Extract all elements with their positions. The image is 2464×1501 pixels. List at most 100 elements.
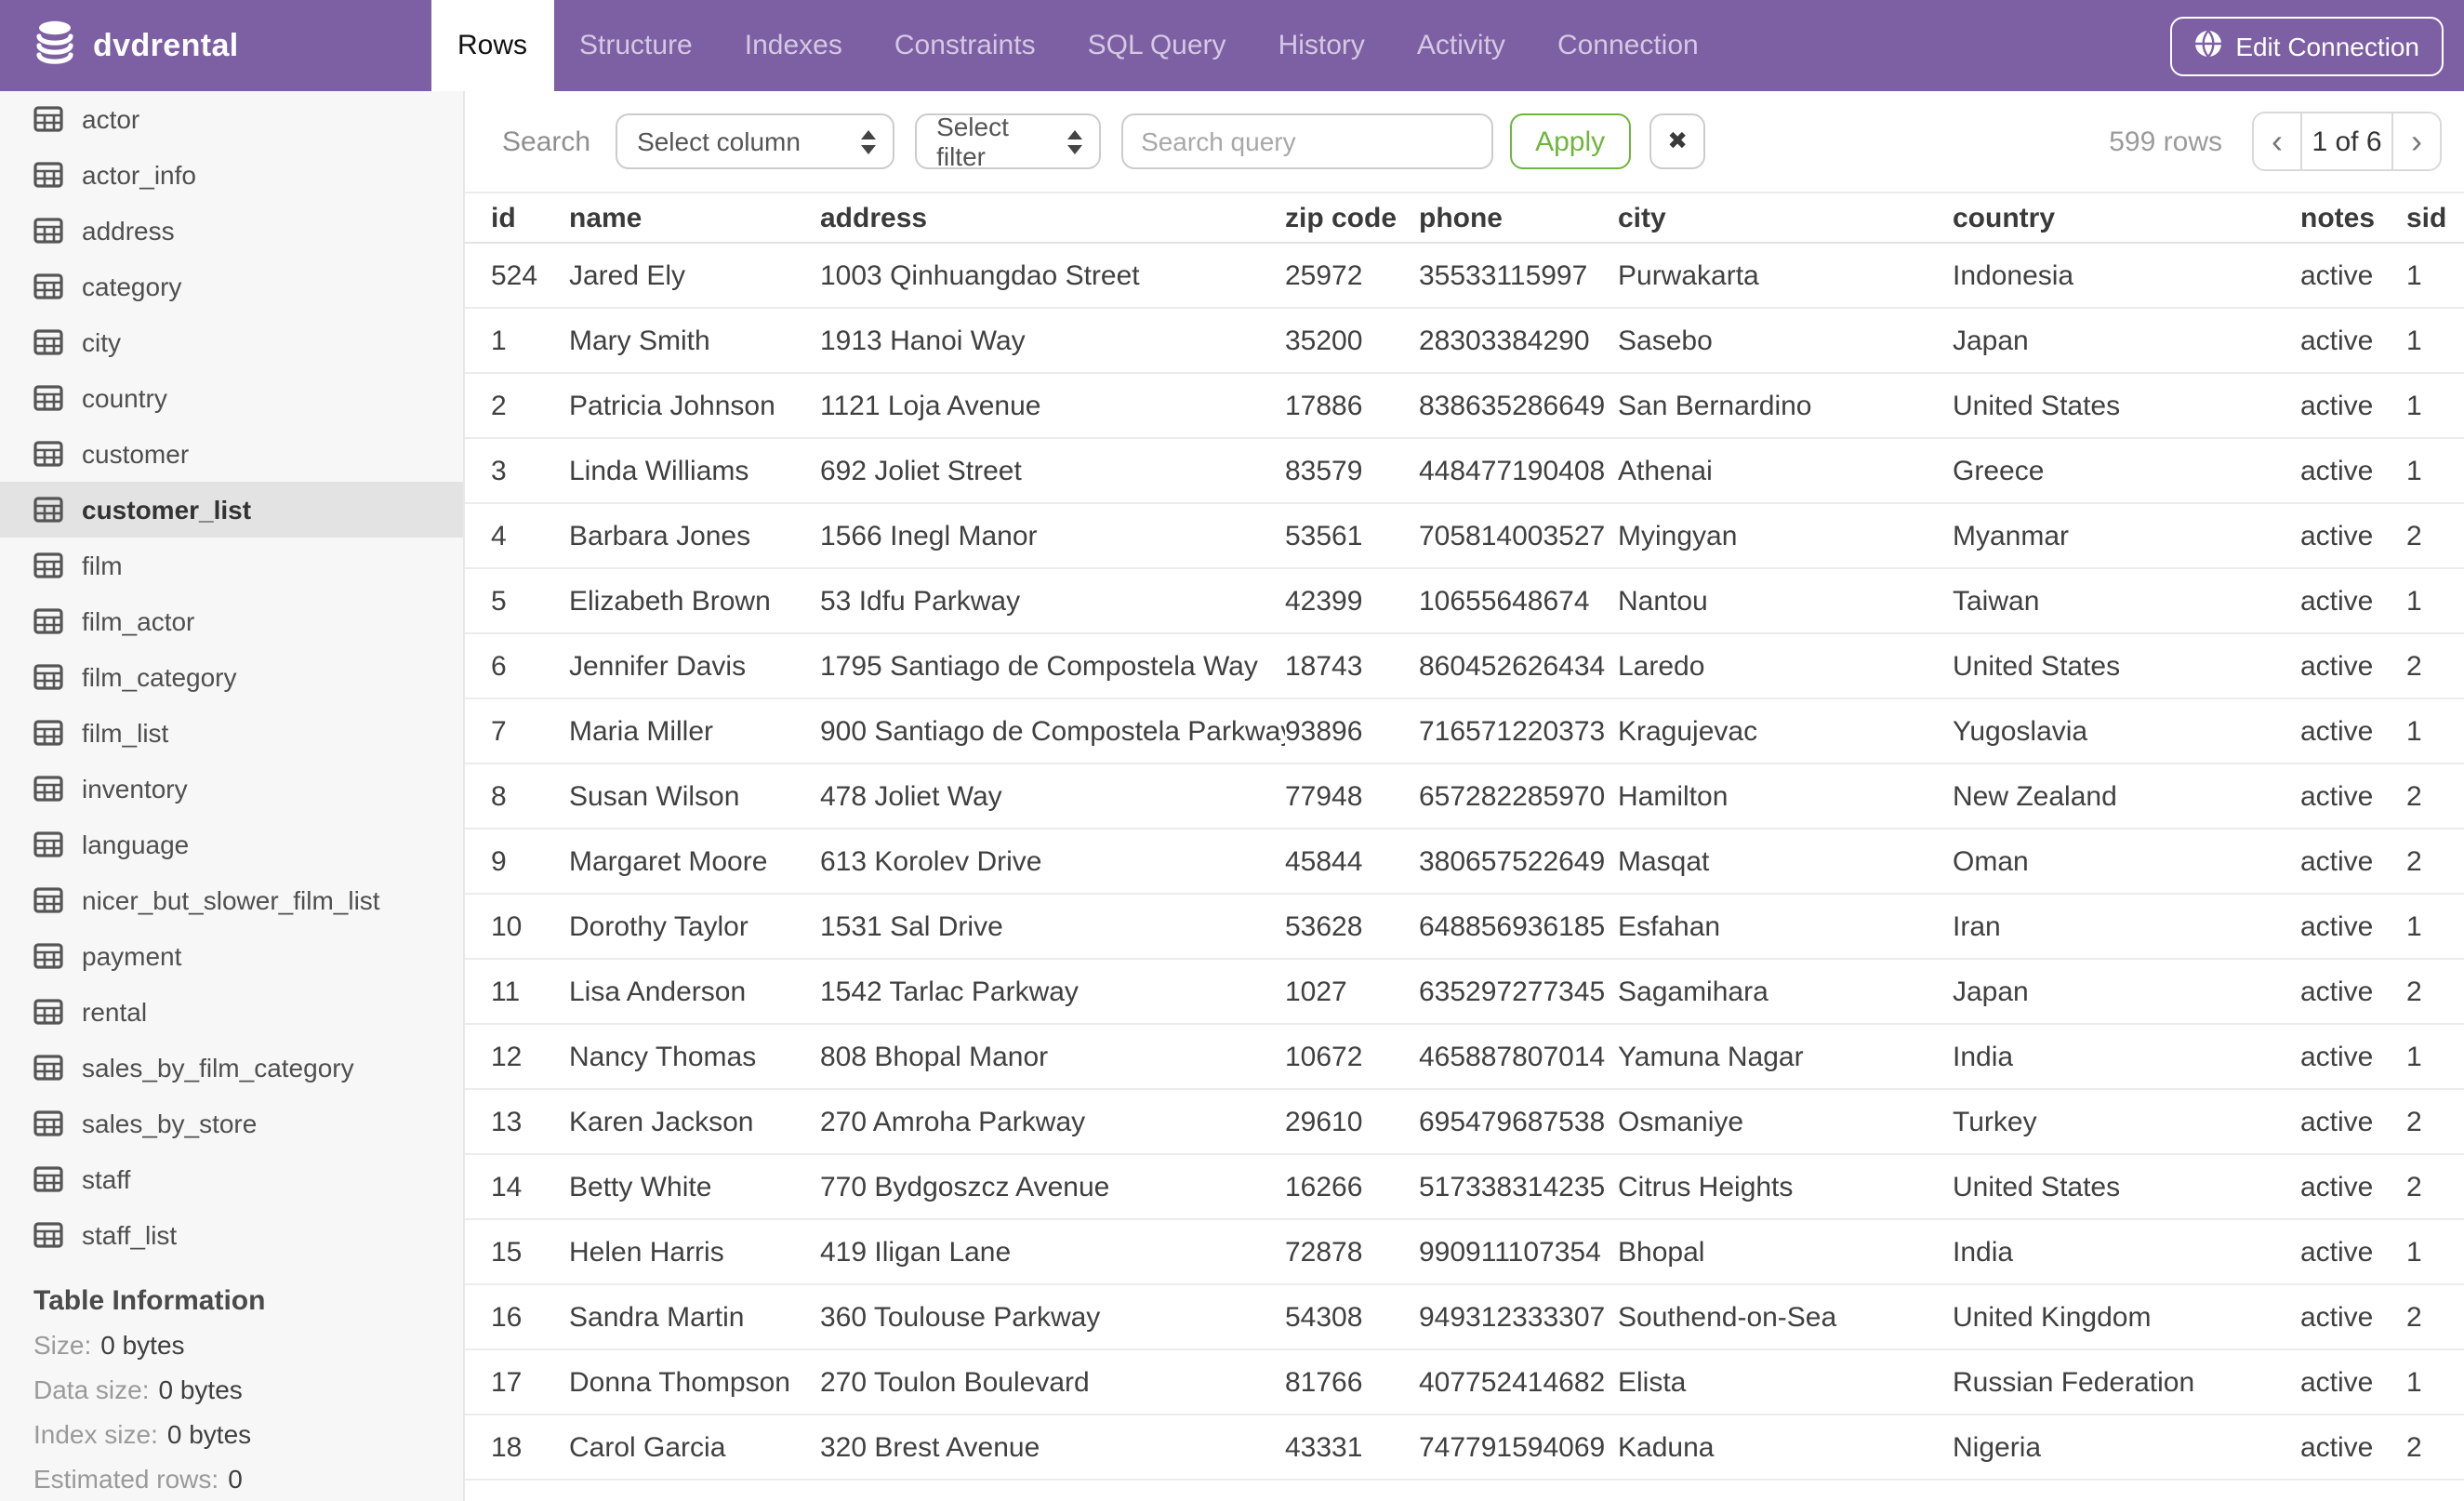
tab-activity[interactable]: Activity xyxy=(1391,0,1531,91)
cell[interactable]: active xyxy=(2300,307,2406,373)
sidebar-item-actor[interactable]: actor xyxy=(0,91,463,147)
cell[interactable]: Kragujevac xyxy=(1618,697,1953,764)
cell[interactable]: Myingyan xyxy=(1618,502,1953,568)
cell[interactable]: 35533115997 xyxy=(1419,243,1618,308)
cell[interactable]: 419 Iligan Lane xyxy=(820,1218,1285,1284)
cell[interactable]: 25972 xyxy=(1285,243,1419,308)
sidebar-item-payment[interactable]: payment xyxy=(0,928,463,984)
cell[interactable]: 2 xyxy=(2406,1414,2464,1480)
cell[interactable]: 990911107354 xyxy=(1419,1218,1618,1284)
cell[interactable]: 808 Bhopal Manor xyxy=(820,1023,1285,1089)
cell[interactable]: Japan xyxy=(1953,958,2300,1024)
cell[interactable]: 1 xyxy=(2406,1348,2464,1415)
cell[interactable]: 635297277345 xyxy=(1419,958,1618,1024)
cell[interactable]: 860452626434 xyxy=(1419,632,1618,698)
cell[interactable]: Linda Williams xyxy=(569,437,820,503)
cell[interactable]: active xyxy=(2300,1218,2406,1284)
cell[interactable]: active xyxy=(2300,372,2406,438)
cell[interactable]: active xyxy=(2300,1479,2406,1501)
cell[interactable]: 17886 xyxy=(1285,372,1419,438)
cell[interactable]: active xyxy=(2300,1283,2406,1349)
cell[interactable]: Sasebo xyxy=(1618,307,1953,373)
table-row[interactable]: 12 Nancy Thomas 808 Bhopal Manor 10672 46588… xyxy=(465,1023,2464,1089)
tab-rows[interactable]: Rows xyxy=(431,0,554,91)
cell[interactable]: Myanmar xyxy=(1953,502,2300,568)
cell[interactable]: Elista xyxy=(1618,1348,1953,1415)
cell[interactable]: Helen Harris xyxy=(569,1218,820,1284)
cell[interactable]: 93896 xyxy=(1285,697,1419,764)
cell[interactable]: active xyxy=(2300,763,2406,829)
cell[interactable]: Kimberley xyxy=(1618,1479,1953,1501)
next-page-button[interactable]: › xyxy=(2393,113,2440,169)
table-row[interactable]: 19Ruth Martinez1417 Lancaster Avenue7219… xyxy=(465,1479,2464,1501)
cell[interactable]: 1 xyxy=(2406,1023,2464,1089)
cell[interactable]: 53 Idfu Parkway xyxy=(820,567,1285,633)
cell[interactable]: Southend-on-Sea xyxy=(1618,1283,1953,1349)
cell[interactable]: 53628 xyxy=(1285,893,1419,959)
cell[interactable]: 42399 xyxy=(1285,567,1419,633)
column-select[interactable]: Select column xyxy=(615,113,894,169)
cell[interactable]: 18743 xyxy=(1285,632,1419,698)
cell[interactable]: 16266 xyxy=(1285,1153,1419,1219)
cell[interactable]: Barbara Jones xyxy=(569,502,820,568)
cell[interactable]: Kaduna xyxy=(1618,1414,1953,1480)
cell[interactable]: 320 Brest Avenue xyxy=(820,1414,1285,1480)
cell[interactable]: active xyxy=(2300,1023,2406,1089)
table-row[interactable]: 17 Donna Thompson 270 Toulon Boulevard 8176… xyxy=(465,1348,2464,1415)
cell[interactable]: Karen Jackson xyxy=(569,1088,820,1154)
cell[interactable]: 900 Santiago de Compostela Parkway xyxy=(820,697,1285,764)
sidebar-item-rental[interactable]: rental xyxy=(0,984,463,1040)
cell[interactable]: active xyxy=(2300,567,2406,633)
cell[interactable]: 360 Toulouse Parkway xyxy=(820,1283,1285,1349)
column-header-notes[interactable]: notes xyxy=(2300,193,2406,244)
cell[interactable]: Bhopal xyxy=(1618,1218,1953,1284)
tab-history[interactable]: History xyxy=(1252,0,1391,91)
tab-indexes[interactable]: Indexes xyxy=(719,0,868,91)
cell[interactable]: active xyxy=(2300,632,2406,698)
cell[interactable]: 7 xyxy=(465,697,569,764)
cell[interactable]: Mary Smith xyxy=(569,307,820,373)
cell[interactable]: active xyxy=(2300,828,2406,894)
cell[interactable]: Japan xyxy=(1953,307,2300,373)
cell[interactable]: 8 xyxy=(465,763,569,829)
column-header-city[interactable]: city xyxy=(1618,193,1953,244)
table-row[interactable]: 16 Sandra Martin 360 Toulouse Parkway 54308… xyxy=(465,1283,2464,1349)
cell[interactable]: 1542 Tarlac Parkway xyxy=(820,958,1285,1024)
cell[interactable]: 5 xyxy=(465,567,569,633)
cell[interactable]: 524 xyxy=(465,243,569,308)
cell[interactable]: Citrus Heights xyxy=(1618,1153,1953,1219)
cell[interactable]: 1 xyxy=(2406,372,2464,438)
table-row[interactable]: 14 Betty White 770 Bydgoszcz Avenue 16266 51… xyxy=(465,1153,2464,1219)
cell[interactable]: active xyxy=(2300,1088,2406,1154)
cell[interactable]: Yugoslavia xyxy=(1953,697,2300,764)
cell[interactable]: active xyxy=(2300,958,2406,1024)
cell[interactable]: Betty White xyxy=(569,1153,820,1219)
cell[interactable]: 465887807014 xyxy=(1419,1023,1618,1089)
cell[interactable]: 45844 xyxy=(1285,828,1419,894)
cell[interactable]: United States xyxy=(1953,1153,2300,1219)
cell[interactable]: 448477190408 xyxy=(1419,437,1618,503)
cell[interactable]: Nigeria xyxy=(1953,1414,2300,1480)
cell[interactable]: 1 xyxy=(465,307,569,373)
cell[interactable]: 1417 Lancaster Avenue xyxy=(820,1479,1285,1501)
cell[interactable]: 2 xyxy=(2406,1283,2464,1349)
cell[interactable]: 28303384290 xyxy=(1419,307,1618,373)
cell[interactable]: 4 xyxy=(465,502,569,568)
cell[interactable]: 2 xyxy=(2406,1153,2464,1219)
sidebar-item-film_category[interactable]: film_category xyxy=(0,649,463,705)
cell[interactable]: active xyxy=(2300,1153,2406,1219)
cell[interactable]: Masqat xyxy=(1618,828,1953,894)
sidebar-item-city[interactable]: city xyxy=(0,314,463,370)
cell[interactable]: 692 Joliet Street xyxy=(820,437,1285,503)
column-header-country[interactable]: country xyxy=(1953,193,2300,244)
cell[interactable]: Osmaniye xyxy=(1618,1088,1953,1154)
table-row[interactable]: 11 Lisa Anderson 1542 Tarlac Parkway 1027 63… xyxy=(465,958,2464,1024)
cell[interactable]: 657282285970 xyxy=(1419,763,1618,829)
table-row[interactable]: 18 Carol Garcia 320 Brest Avenue 43331 74779… xyxy=(465,1414,2464,1480)
column-header-name[interactable]: name xyxy=(569,193,820,244)
sidebar-item-staff_list[interactable]: staff_list xyxy=(0,1207,463,1263)
table-row[interactable]: 6 Jennifer Davis 1795 Santiago de Composte… xyxy=(465,632,2464,698)
cell[interactable]: 14 xyxy=(465,1153,569,1219)
cell[interactable]: United Kingdom xyxy=(1953,1283,2300,1349)
cell[interactable]: Elizabeth Brown xyxy=(569,567,820,633)
